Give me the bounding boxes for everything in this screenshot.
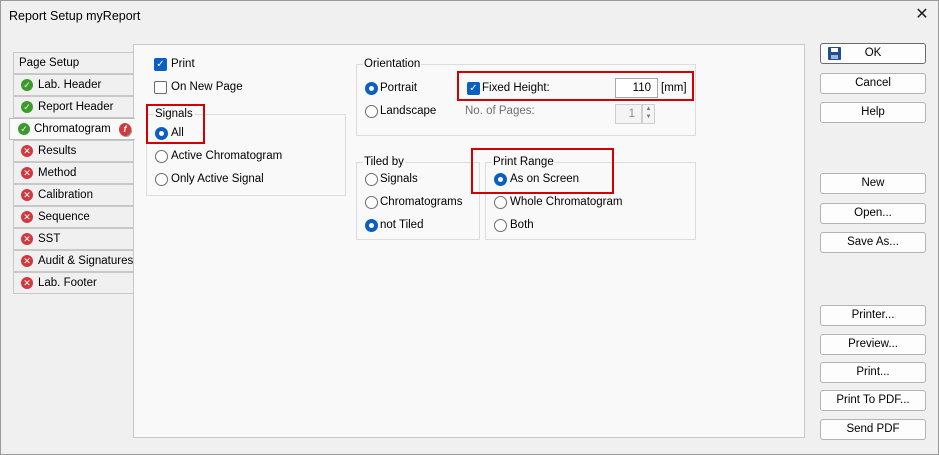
error-circle-icon: ✕ <box>21 255 33 267</box>
tab-label: Lab. Footer <box>38 277 97 289</box>
error-circle-icon: ✕ <box>21 145 33 157</box>
printer-button[interactable]: Printer... <box>820 305 926 326</box>
new-button[interactable]: New <box>820 173 926 194</box>
tab-chromatogram[interactable]: ✓ Chromatogram f <box>9 118 135 140</box>
tab-label: Calibration <box>38 189 93 201</box>
cancel-button[interactable]: Cancel <box>820 73 926 94</box>
check-circle-icon: ✓ <box>21 101 33 113</box>
print-to-pdf-button[interactable]: Print To PDF... <box>820 390 926 411</box>
ok-button[interactable]: OK <box>820 43 926 64</box>
tab-label: Sequence <box>38 211 90 223</box>
check-circle-icon: ✓ <box>18 123 30 135</box>
ok-button-label: OK <box>864 47 882 59</box>
settings-panel <box>133 44 805 438</box>
save-icon <box>828 47 841 60</box>
check-circle-icon: ✓ <box>21 79 33 91</box>
error-circle-icon: ✕ <box>21 211 33 223</box>
close-icon[interactable]: ✕ <box>913 6 931 24</box>
error-circle-icon: ✕ <box>21 277 33 289</box>
error-circle-icon: ✕ <box>21 233 33 245</box>
tab-sequence[interactable]: ✕ Sequence <box>13 206 134 228</box>
preview-button[interactable]: Preview... <box>820 334 926 355</box>
open-button[interactable]: Open... <box>820 203 926 224</box>
tab-lab-footer[interactable]: ✕ Lab. Footer <box>13 272 134 294</box>
tab-label: Report Header <box>38 101 114 113</box>
tab-label: Method <box>38 167 77 179</box>
tab-report-header[interactable]: ✓ Report Header <box>13 96 134 118</box>
tab-page-setup[interactable]: Page Setup <box>13 52 134 74</box>
send-pdf-button[interactable]: Send PDF <box>820 419 926 440</box>
tab-sst[interactable]: ✕ SST <box>13 228 134 250</box>
error-circle-icon: ✕ <box>21 167 33 179</box>
help-button[interactable]: Help <box>820 102 926 123</box>
save-as-button[interactable]: Save As... <box>820 232 926 253</box>
tab-label: Page Setup <box>19 57 80 69</box>
tab-label: Lab. Header <box>38 79 102 91</box>
tab-label: Chromatogram <box>34 123 111 135</box>
error-circle-icon: ✕ <box>21 189 33 201</box>
tab-label: Audit & Signatures <box>38 255 134 267</box>
tab-calibration[interactable]: ✕ Calibration <box>13 184 134 206</box>
tab-audit-signatures[interactable]: ✕ Audit & Signatures <box>13 250 134 272</box>
print-button[interactable]: Print... <box>820 362 926 383</box>
tab-method[interactable]: ✕ Method <box>13 162 134 184</box>
tab-label: SST <box>38 233 61 245</box>
window-title: Report Setup myReport <box>9 9 141 23</box>
flag-badge: f <box>119 123 131 136</box>
tab-results[interactable]: ✕ Results <box>13 140 134 162</box>
tab-label: Results <box>38 145 77 157</box>
tab-lab-header[interactable]: ✓ Lab. Header <box>13 74 134 96</box>
